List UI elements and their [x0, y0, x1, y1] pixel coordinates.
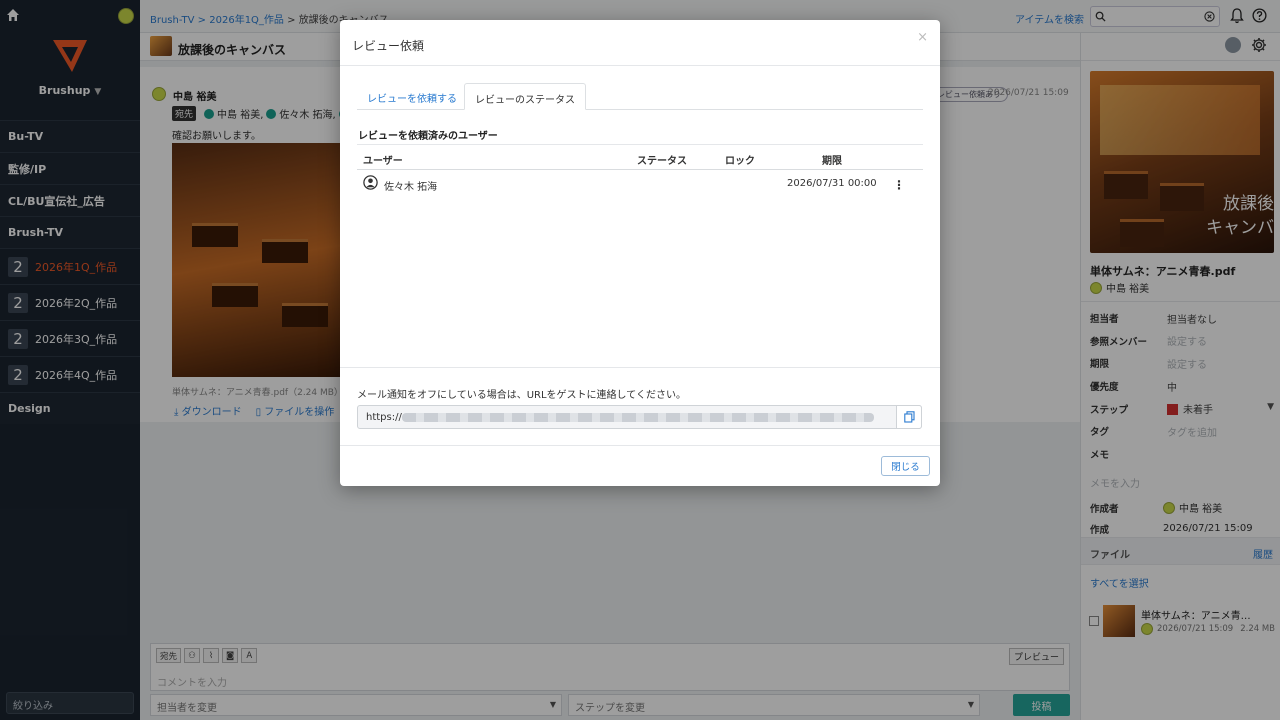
copy-icon: [903, 411, 915, 423]
notice-text: メール通知をオフにしている場合は、URLをゲストに連絡してください。: [357, 390, 686, 401]
modal-title: レビュー依頼: [352, 39, 425, 53]
column-status: ステータス: [637, 156, 687, 167]
reviewers-table: ユーザー ステータス ロック 期限 佐々木 拓海 2026/07/31 00:0…: [357, 144, 923, 197]
tab-review-status[interactable]: レビューのステータス: [464, 83, 586, 110]
modal-tabs: レビューを依頼する レビューのステータス: [357, 83, 923, 110]
close-button[interactable]: 閉じる: [881, 456, 930, 476]
column-deadline: 期限: [822, 156, 842, 167]
review-url-field[interactable]: https://: [357, 405, 922, 429]
divider: [340, 367, 940, 368]
review-request-modal: レビュー依頼 × レビューを依頼する レビューのステータス レビューを依頼済みの…: [340, 20, 940, 486]
divider: [340, 445, 940, 446]
tab-request-review[interactable]: レビューを依頼する: [357, 83, 467, 110]
close-icon[interactable]: ×: [917, 30, 928, 45]
column-lock: ロック: [725, 156, 755, 167]
user-icon: [363, 175, 378, 190]
reviewer-deadline: 2026/07/31 00:00: [787, 178, 877, 189]
table-header: ユーザー ステータス ロック 期限: [357, 144, 923, 170]
redacted-url: [402, 413, 874, 422]
table-row: 佐々木 拓海 2026/07/31 00:00 ⋮: [357, 170, 923, 197]
reviewer-name: 佐々木 拓海: [384, 182, 438, 193]
copy-button[interactable]: [896, 405, 922, 429]
modal-header: レビュー依頼 ×: [340, 20, 940, 66]
more-options-icon[interactable]: ⋮: [893, 178, 905, 192]
url-prefix: https://: [366, 412, 402, 423]
section-title: レビューを依頼済みのユーザー: [358, 131, 498, 142]
column-user: ユーザー: [363, 156, 403, 167]
